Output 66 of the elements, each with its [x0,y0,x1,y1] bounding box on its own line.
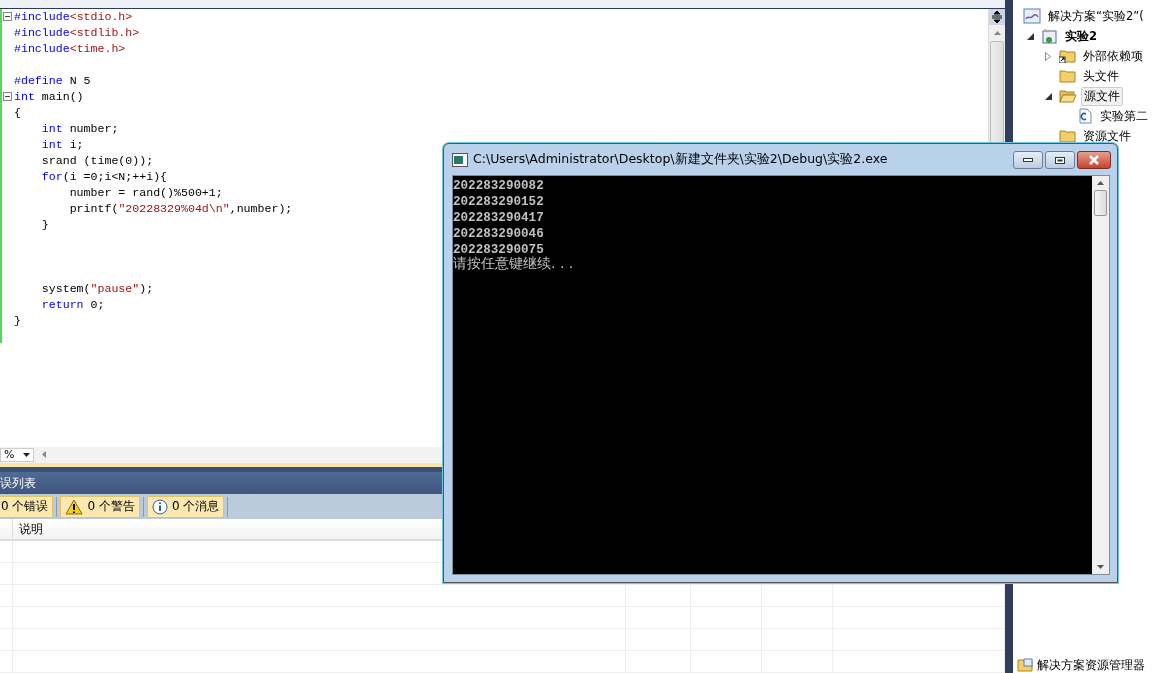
output-line: 202283290075 [453,242,544,257]
panel-tab[interactable]: 解决方案资源管理器 [1013,657,1153,673]
code-line: for(i =0;i<N;++i){ [40,169,168,183]
code-line: #include<stdlib.h> [14,25,140,39]
console-icon [452,152,468,167]
code-line: } [40,217,49,231]
code-line: printf("20228329%04d\n",number); [68,201,293,215]
column-header[interactable]: 说明 [13,519,43,539]
collapse-icon[interactable] [3,11,12,21]
output-line: 202283290152 [453,194,545,210]
code-line: #include<time.h> [14,41,126,55]
open-folder-icon [1059,89,1077,103]
collapse-icon[interactable] [3,91,12,101]
output-line: 202283290082 [453,178,545,194]
info-icon [151,498,168,515]
scrollbar-thumb[interactable] [990,40,1004,143]
warning-icon [65,498,84,515]
code-line: number = rand()%500+1; [68,185,223,199]
code-line: #define N 5 [14,73,91,87]
close-button[interactable] [1077,151,1111,169]
zoom-dropdown[interactable]: % [0,447,34,462]
window-title: C:\Users\Administrator\Desktop\新建文件夹\实验2\Debug\实验2.exe [473,151,889,168]
output-line: 202283290417 [453,210,545,226]
filter-button[interactable]: 0 个消息 [146,495,225,518]
code-line: int main() [14,89,84,103]
solution-explorer-icon [1017,658,1033,672]
code-line: int number; [40,121,119,135]
scroll-up-icon[interactable] [1097,181,1104,185]
tree-item[interactable]: 源文件 [1081,86,1123,106]
code-line: system("pause"); [40,281,154,295]
collapsed-arrow-icon[interactable] [1045,51,1051,61]
maximize-icon [1055,156,1065,164]
expanded-arrow-icon[interactable] [1044,92,1052,100]
tree-item[interactable]: 资源文件 [1080,126,1134,146]
maximize-button[interactable] [1045,151,1075,169]
scroll-down-icon[interactable] [1097,565,1104,569]
code-line: #include<stdio.h> [14,9,133,23]
prompt-text: 请按任意键继续. . . [453,254,575,272]
tree-item[interactable]: 实验2 [1062,26,1100,46]
folder-icon [1059,49,1076,63]
tree-item[interactable]: 实验第二 [1097,106,1151,126]
project-icon [1041,27,1058,45]
code-line: int i; [40,137,84,151]
dropdown-caret-icon [23,452,30,457]
code-line: { [14,105,21,119]
tree-item[interactable]: 解决方案“实验2”( [1045,6,1147,26]
folder-icon [1059,69,1076,83]
minimize-icon [1023,158,1033,162]
code-line: srand (time(0)); [40,153,154,167]
scrollbar-thumb[interactable] [1094,190,1107,216]
panel-title: 误列表 [0,474,36,492]
expanded-arrow-icon[interactable] [1026,32,1034,40]
scroll-up-icon[interactable] [993,30,1001,35]
close-icon [1088,155,1100,165]
filter-button[interactable]: 0 个错误 [0,495,54,518]
solution-icon [1023,8,1041,24]
code-line: } [14,313,21,327]
scroll-left-icon[interactable] [42,451,46,459]
minimize-button[interactable] [1013,151,1043,169]
code-line: return 0; [40,297,105,311]
tree-item[interactable]: 外部依赖项 [1080,46,1146,66]
cpp-file-icon [1077,108,1093,124]
output-line: 202283290046 [453,226,545,242]
tree-item[interactable]: 头文件 [1080,66,1122,86]
filter-button[interactable]: 0 个警告 [60,495,140,518]
scrollbar[interactable] [1092,176,1109,574]
